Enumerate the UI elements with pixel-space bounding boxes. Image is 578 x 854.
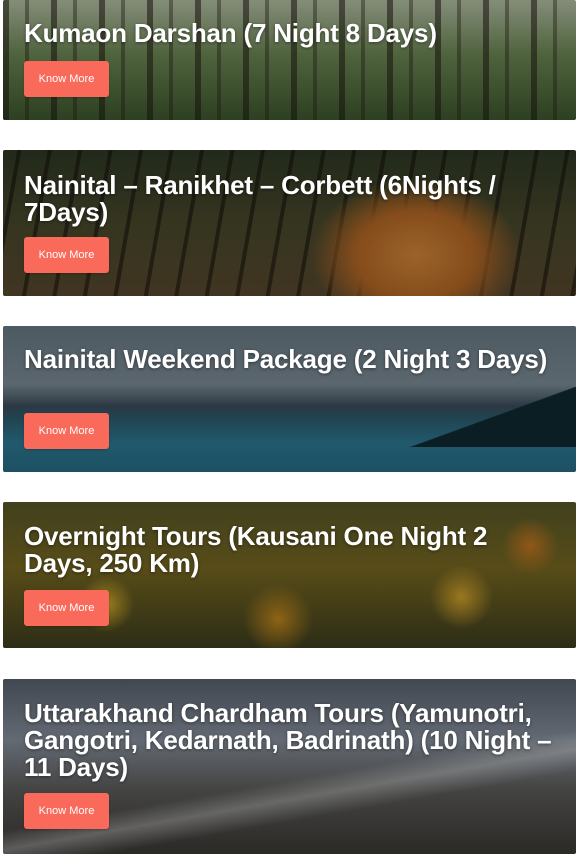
- package-title: Nainital Weekend Package (2 Night 3 Days…: [24, 344, 548, 374]
- know-more-button[interactable]: Know More: [24, 590, 109, 626]
- package-card-nainital-ranikhet-corbett: Nainital – Ranikhet – Corbett (6Nights /…: [3, 150, 576, 296]
- know-more-button[interactable]: Know More: [24, 413, 109, 449]
- package-title: Overnight Tours (Kausani One Night 2 Day…: [24, 521, 488, 578]
- know-more-button[interactable]: Know More: [24, 793, 109, 829]
- package-card-overnight-tours: Overnight Tours (Kausani One Night 2 Day…: [3, 502, 576, 648]
- package-card-kumaon-darshan: Kumaon Darshan (7 Night 8 Days) Know Mor…: [3, 0, 576, 120]
- package-title: Kumaon Darshan (7 Night 8 Days): [24, 18, 437, 48]
- package-list: Kumaon Darshan (7 Night 8 Days) Know Mor…: [0, 0, 578, 854]
- package-title: Nainital – Ranikhet – Corbett (6Nights /…: [24, 170, 496, 227]
- know-more-button[interactable]: Know More: [24, 237, 109, 273]
- package-title: Uttarakhand Chardham Tours (Yamunotri, G…: [24, 698, 552, 782]
- know-more-button[interactable]: Know More: [24, 61, 109, 97]
- package-card-nainital-weekend: Nainital Weekend Package (2 Night 3 Days…: [3, 326, 576, 472]
- package-card-chardham-tours: Uttarakhand Chardham Tours (Yamunotri, G…: [3, 679, 576, 854]
